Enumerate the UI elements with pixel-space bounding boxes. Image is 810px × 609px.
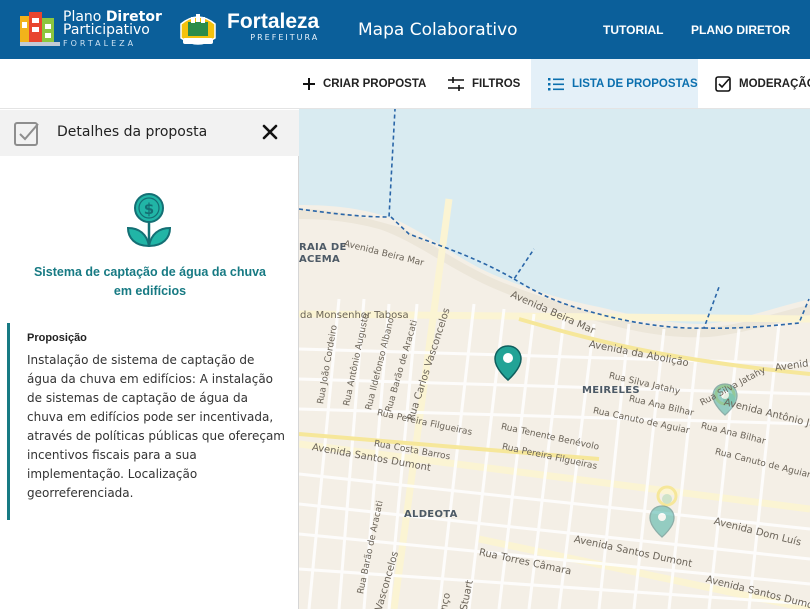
money-plant-icon: $ [126,193,172,248]
brand-city: FORTALEZA [63,39,137,48]
fortaleza-brand[interactable]: Fortaleza PREFEITURA [227,10,320,43]
top-header: Plano Diretor Participativo FORTALEZA Fo… [0,0,810,59]
checkbox-icon [14,122,39,146]
criar-proposta-label: CRIAR PROPOSTA [323,77,427,90]
brand-participativo: Participativo [63,22,150,38]
panel-title: Detalhes da proposta [57,124,208,140]
filtros-label: FILTROS [472,77,521,90]
list-icon [548,77,564,90]
map-label: ALDEOTA [404,509,458,520]
proposal-title: Sistema de captação de água da chuva em … [33,265,267,298]
section-body: Instalação de sistema de captação de águ… [27,353,285,500]
plano-diretor-link[interactable]: PLANO DIRETOR [691,23,790,37]
moderacao-button[interactable]: MODERAÇÃO [715,59,810,108]
criar-proposta-button[interactable]: CRIAR PROPOSTA [303,59,426,108]
plano-diretor-brand[interactable]: Plano Diretor Participativo FORTALEZA [63,10,162,50]
close-icon[interactable] [262,124,278,140]
city-sub: PREFEITURA [250,33,320,42]
faded-marker-icon[interactable] [649,505,675,538]
lista-propostas-label: LISTA DE PROPOSTAS [572,77,698,90]
section-label: Proposição [27,332,87,344]
proposal-section: Proposição Instalação de sistema de capt… [7,323,287,520]
panel-header: Detalhes da proposta [0,110,299,156]
fortaleza-emblem-icon [180,14,216,45]
map-label: RAIA DE [299,242,347,253]
plus-icon [303,77,315,90]
plano-diretor-logo-icon[interactable] [20,10,60,48]
proposal-marker-icon[interactable] [494,345,522,381]
app-title: Mapa Colaborativo [358,20,518,40]
map-label: ACEMA [299,254,341,265]
filter-sliders-icon [448,76,464,91]
toolbar: CRIAR PROPOSTA FILTROS LISTA DE PROPOSTA… [0,59,810,109]
tutorial-link[interactable]: TUTORIAL [603,23,663,37]
map-view[interactable]: RAIA DE ACEMA Avenida Beira Mar Avenida … [299,109,810,609]
proposal-details-panel: Detalhes da proposta $ Sistema de captaç… [0,110,299,609]
svg-text:$: $ [144,200,154,218]
checkbox-icon [715,75,731,92]
moderacao-label: MODERAÇÃO [739,77,810,90]
lista-propostas-tab[interactable]: LISTA DE PROPOSTAS [531,59,698,108]
city-name: Fortaleza [227,10,320,33]
filtros-button[interactable]: FILTROS [448,59,520,108]
